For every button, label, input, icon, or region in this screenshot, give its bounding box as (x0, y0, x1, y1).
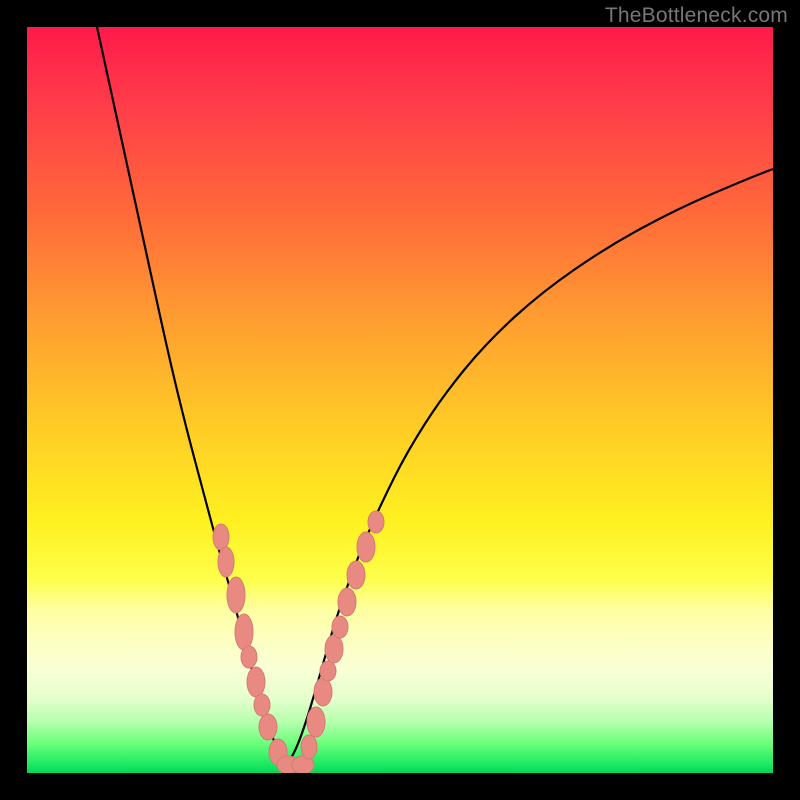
data-marker (325, 635, 343, 663)
curve-right-branch (284, 169, 773, 767)
data-marker (292, 756, 314, 773)
watermark-text: TheBottleneck.com (605, 4, 788, 28)
data-marker (213, 524, 229, 550)
data-marker (368, 511, 384, 533)
data-marker (269, 739, 287, 765)
outer-frame: TheBottleneck.com (0, 0, 800, 800)
data-marker (254, 694, 270, 716)
data-marker (301, 735, 317, 759)
data-marker (218, 547, 234, 577)
data-marker (235, 614, 253, 650)
data-marker (338, 588, 356, 616)
data-marker (320, 661, 336, 681)
data-marker (357, 532, 375, 562)
data-marker (347, 561, 365, 589)
data-marker (259, 714, 277, 740)
plot-area (27, 27, 773, 773)
data-marker (227, 577, 245, 613)
data-marker (241, 646, 257, 668)
data-marker (307, 707, 325, 737)
curve-left-branch (97, 27, 284, 767)
data-marker (332, 616, 348, 638)
data-marker (247, 667, 265, 697)
data-marker (314, 678, 332, 706)
data-marker (277, 756, 299, 773)
bottleneck-curve (27, 27, 773, 773)
